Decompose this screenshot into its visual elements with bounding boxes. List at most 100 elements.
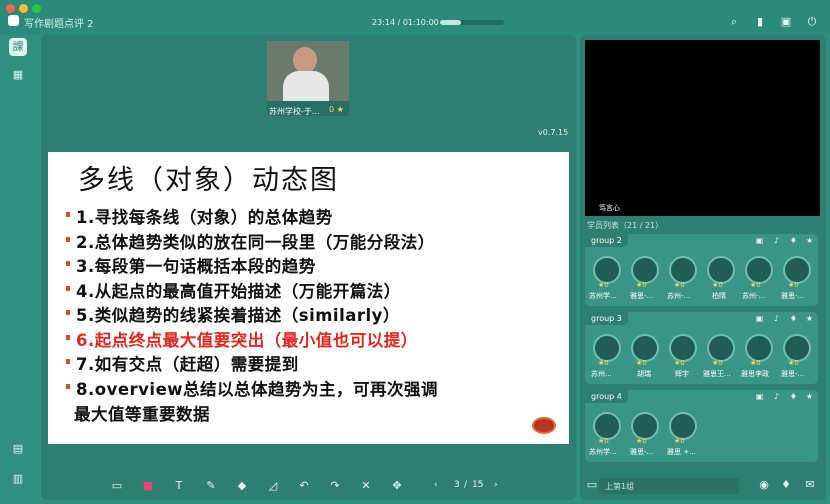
redo-icon[interactable]: ↷ <box>329 480 341 492</box>
microphone-icon[interactable]: ♦ <box>780 479 792 491</box>
minimize-window-button[interactable] <box>19 4 28 13</box>
chat-toggle-icon[interactable]: ▭ <box>586 479 598 491</box>
student-avatar[interactable] <box>593 256 621 284</box>
chat-input[interactable]: 上第1组 <box>599 478 739 494</box>
group-mic-icon[interactable]: ♦ <box>789 236 798 245</box>
class-tools-icon[interactable]: 課 <box>9 38 27 56</box>
student-name: 胡瑞 <box>637 370 651 378</box>
group-star-icon[interactable]: ★ <box>805 236 814 245</box>
student-avatar[interactable] <box>783 256 811 284</box>
student-name: 苏州学... <box>589 292 617 300</box>
group-chat-icon[interactable]: ▣ <box>755 392 764 401</box>
student-score: ★0 <box>788 281 799 289</box>
page-separator: / <box>464 480 468 490</box>
message-icon[interactable]: ✉ <box>804 479 816 491</box>
student-avatar[interactable] <box>631 256 659 284</box>
student-avatar[interactable] <box>669 256 697 284</box>
student-avatar[interactable] <box>669 412 697 440</box>
current-page: 3 <box>454 480 460 490</box>
pen-icon[interactable]: ✎ <box>205 480 217 492</box>
teacher-video-tile[interactable]: 苏州学校-于... 0 ★ <box>267 41 349 116</box>
group-star-icon[interactable]: ★ <box>805 314 814 323</box>
group-chat-icon[interactable]: ▣ <box>755 236 764 245</box>
student-score: ★0 <box>712 359 723 367</box>
student-name: 苏州-... <box>742 292 766 300</box>
camera-off-icon[interactable]: ▣ <box>780 16 792 28</box>
group-name: group 4 <box>585 390 628 403</box>
group-card: group 3 ▣ ♪ ♦ ★ ★0 苏州... ★0 胡瑞 ★0 辉宇 ★0 … <box>585 312 818 384</box>
group-mute-icon[interactable]: ♪ <box>772 392 781 401</box>
maximize-window-button[interactable] <box>32 4 41 13</box>
group-name: group 2 <box>585 234 628 247</box>
title-bar: 写作剧题点评 2 23:14 / 01:10:00 ⌕ ▮ ▣ ⏻ <box>0 0 830 34</box>
student-avatar[interactable] <box>669 334 697 362</box>
teacher-video-feed <box>267 41 349 101</box>
student-score: ★0 <box>788 359 799 367</box>
group-card: group 2 ▣ ♪ ♦ ★ ★0 苏州学... ★0 雅思-... ★0 苏… <box>585 234 818 306</box>
presentation-slide[interactable]: 多线（对象）动态图 1.寻找每条线（对象）的总体趋势 2.总体趋势类似的放在同一… <box>48 152 569 444</box>
assistant-video[interactable] <box>585 40 820 216</box>
student-score: ★0 <box>636 281 647 289</box>
next-page-icon[interactable]: › <box>494 480 498 490</box>
student-name: 辉宇 <box>675 370 689 378</box>
chat-placeholder: 上第1组 <box>605 482 635 491</box>
color-picker-icon[interactable]: ■ <box>142 480 154 492</box>
student-name: 苏州... <box>591 370 612 378</box>
group-star-icon[interactable]: ★ <box>805 392 814 401</box>
student-score: ★0 <box>674 437 685 445</box>
student-avatar[interactable] <box>745 334 773 362</box>
student-score: ★0 <box>750 281 761 289</box>
student-score: ★0 <box>598 359 609 367</box>
student-score: ★0 <box>750 359 761 367</box>
text-tool-icon[interactable]: T <box>173 480 185 492</box>
previous-page-icon[interactable]: ‹ <box>434 480 438 490</box>
apps-grid-icon[interactable]: ▦ <box>9 66 27 84</box>
slide-title: 多线（对象）动态图 <box>78 165 339 196</box>
screen-icon[interactable]: ▭ <box>111 480 123 492</box>
teacher-name: 苏州学校-于... <box>269 107 320 116</box>
student-name: 柏晴 <box>712 292 726 300</box>
student-name: 雅思-... <box>781 370 805 378</box>
student-list-title: 学员列表（21 / 21） <box>587 221 664 230</box>
location-icon[interactable]: ◉ <box>758 479 770 491</box>
group-mute-icon[interactable]: ♪ <box>772 314 781 323</box>
close-window-button[interactable] <box>6 4 15 13</box>
slide-logo <box>532 417 556 434</box>
student-avatar[interactable] <box>631 412 659 440</box>
group-mic-icon[interactable]: ♦ <box>789 392 798 401</box>
student-name: 雅思-... <box>630 292 654 300</box>
student-avatar[interactable] <box>593 334 621 362</box>
app-logo-icon <box>8 15 19 26</box>
exit-icon[interactable]: ⏻ <box>806 16 818 28</box>
student-avatar[interactable] <box>745 256 773 284</box>
student-avatar[interactable] <box>707 256 735 284</box>
student-avatar[interactable] <box>707 334 735 362</box>
undo-icon[interactable]: ↶ <box>298 480 310 492</box>
class-progress-bar <box>440 20 504 25</box>
slide-pager: ‹ 3 / 15 › <box>434 478 504 493</box>
magnifier-icon[interactable]: ⌕ <box>728 16 740 28</box>
student-avatar[interactable] <box>593 412 621 440</box>
documents-icon[interactable]: ▤ <box>9 440 27 458</box>
teacher-score: 0 ★ <box>329 105 344 114</box>
group-mute-icon[interactable]: ♪ <box>772 236 781 245</box>
student-avatar[interactable] <box>631 334 659 362</box>
group-card: group 4 ▣ ♪ ♦ ★ ★0 苏州学... ★0 雅思-... ★0 雅… <box>585 390 818 462</box>
eraser-icon[interactable]: ◿ <box>267 480 279 492</box>
shape-icon[interactable]: ◆ <box>236 480 248 492</box>
group-name: group 3 <box>585 312 628 325</box>
student-score: ★0 <box>636 359 647 367</box>
trash-icon[interactable]: ✕ <box>360 480 372 492</box>
move-icon[interactable]: ✥ <box>391 480 403 492</box>
assistant-name: 笃言心 <box>599 204 620 212</box>
student-name: 雅思 +... <box>667 448 696 456</box>
person-head <box>293 47 317 73</box>
student-avatar[interactable] <box>783 334 811 362</box>
student-score: ★0 <box>598 437 609 445</box>
student-name: 雅思-... <box>630 448 654 456</box>
library-icon[interactable]: ▥ <box>9 470 27 488</box>
student-score: ★0 <box>598 281 609 289</box>
group-mic-icon[interactable]: ♦ <box>789 314 798 323</box>
group-chat-icon[interactable]: ▣ <box>755 314 764 323</box>
version-label: v0.7.15 <box>538 128 569 137</box>
